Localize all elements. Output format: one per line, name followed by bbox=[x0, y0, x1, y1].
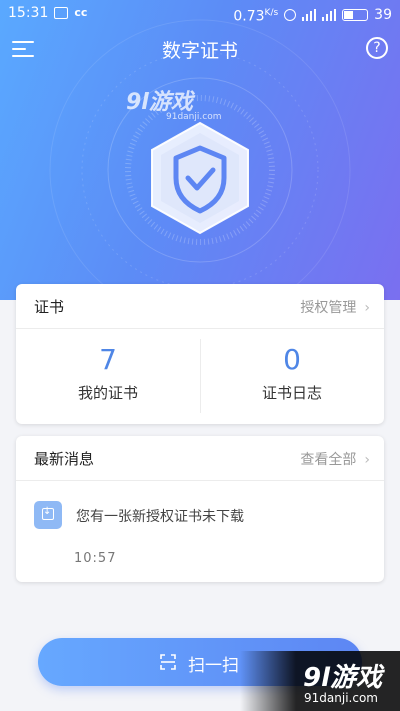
status-bar: 15:31 cc 0.73K/s 39 bbox=[0, 0, 400, 26]
view-all-link[interactable]: 查看全部 › bbox=[300, 449, 370, 469]
page-title: 数字证书 bbox=[161, 40, 238, 62]
message-text: 您有一张新授权证书未下载 bbox=[76, 509, 244, 525]
my-certificates-count: 7 bbox=[99, 343, 117, 376]
corner-watermark: 9l游戏 91danji.com bbox=[240, 651, 400, 711]
certificate-log-label: 证书日志 bbox=[261, 384, 322, 402]
shield-emblem bbox=[100, 78, 300, 278]
authorization-management-link[interactable]: 授权管理 › bbox=[300, 297, 370, 317]
certificate-log-stat[interactable]: 0 证书日志 bbox=[200, 329, 384, 439]
news-card: 最新消息 查看全部› 您有一张新授权证书未下载 10:57 bbox=[16, 436, 384, 582]
news-card-header: 最新消息 查看全部 › bbox=[16, 436, 384, 481]
battery-icon bbox=[342, 8, 369, 21]
status-time: 15:31 bbox=[8, 5, 49, 21]
battery-level: 39 bbox=[374, 6, 392, 23]
certificate-stats: 7 我的证书 0 证书日志 bbox=[16, 329, 384, 439]
hero-banner: 15:31 cc 0.73K/s 39 数字证书 ? 9l游戏 91danji.… bbox=[0, 0, 400, 300]
mail-icon bbox=[54, 7, 69, 19]
message-item[interactable]: 您有一张新授权证书未下载 10:57 bbox=[16, 481, 384, 581]
alarm-icon bbox=[284, 8, 297, 21]
help-icon[interactable]: ? bbox=[366, 37, 388, 59]
certificates-title: 证书 bbox=[34, 298, 65, 316]
signal-4g-icon bbox=[302, 8, 317, 21]
app-header: 数字证书 ? bbox=[0, 30, 400, 70]
scan-label: 扫一扫 bbox=[188, 656, 239, 676]
signal-icon bbox=[322, 8, 337, 21]
message-time: 10:57 bbox=[74, 551, 117, 566]
certificate-log-count: 0 bbox=[283, 343, 301, 376]
download-icon bbox=[34, 501, 62, 529]
my-certificates-stat[interactable]: 7 我的证书 bbox=[16, 329, 200, 439]
news-title: 最新消息 bbox=[34, 450, 95, 468]
certificates-card-header: 证书 授权管理 › bbox=[16, 284, 384, 329]
scan-icon bbox=[160, 654, 176, 670]
network-speed: 0.73K/s bbox=[233, 8, 279, 25]
cc-icon: cc bbox=[74, 6, 88, 19]
my-certificates-label: 我的证书 bbox=[77, 384, 138, 402]
certificates-card: 证书 授权管理 › 7 我的证书 0 证书日志 bbox=[16, 284, 384, 424]
chevron-right-icon: › bbox=[364, 300, 370, 316]
chevron-right-icon: › bbox=[364, 452, 370, 468]
stats-divider bbox=[200, 339, 201, 413]
